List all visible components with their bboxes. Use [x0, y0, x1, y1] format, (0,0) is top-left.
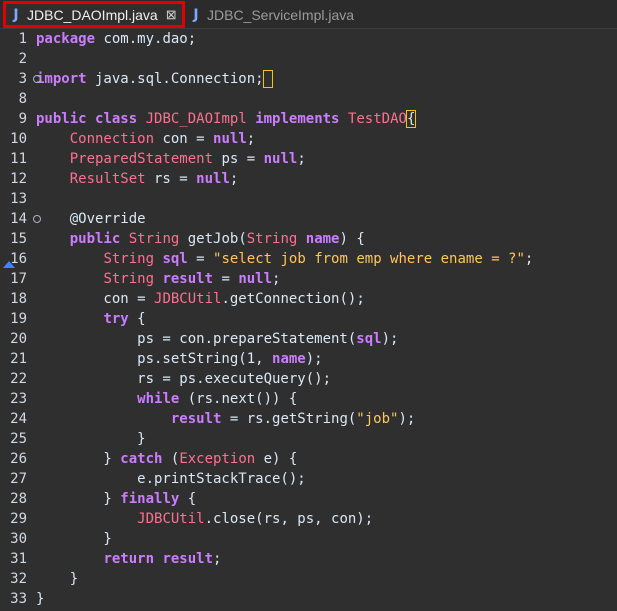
line-number: 14: [10, 211, 27, 227]
fold-icon[interactable]: [33, 215, 41, 223]
line-number: 1: [18, 31, 27, 47]
code-text: return result;: [103, 551, 222, 567]
code-line: 26 } catch (Exception e) {: [0, 449, 617, 469]
code-line: 16 String sql = "select job from emp whe…: [0, 249, 617, 269]
code-line: 27 e.printStackTrace();: [0, 469, 617, 489]
code-line: 19 try {: [0, 309, 617, 329]
fold-icon[interactable]: [33, 75, 41, 83]
java-file-icon: J: [13, 6, 19, 23]
code-area[interactable]: 1 package com.my.dao; 2 3 import java.sq…: [0, 29, 617, 611]
code-text: String sql = "select job from emp where …: [103, 251, 534, 267]
line-number: 25: [10, 431, 27, 447]
code-text: } catch (Exception e) {: [36, 451, 298, 467]
code-line: 10 Connection con = null;: [0, 129, 617, 149]
code-line: 29 JDBCUtil.close(rs, ps, con);: [0, 509, 617, 529]
line-number: 2: [18, 51, 27, 67]
code-line: 2: [0, 49, 617, 69]
code-text: PreparedStatement ps = null;: [69, 151, 306, 167]
code-text: public String getJob(String name) {: [69, 231, 365, 247]
line-number: 10: [10, 131, 27, 147]
code-text: ps.setString(1, name);: [36, 351, 323, 367]
code-text: try {: [103, 311, 146, 327]
code-line: 11 PreparedStatement ps = null;: [0, 149, 617, 169]
line-number: 3: [18, 71, 27, 87]
code-text: import java.sql.Connection;: [36, 69, 274, 89]
code-text: con = JDBCUtil.getConnection();: [36, 291, 365, 307]
code-line: 3 import java.sql.Connection;: [0, 69, 617, 89]
line-number: 20: [10, 331, 27, 347]
code-text: rs = ps.executeQuery();: [36, 371, 332, 387]
code-line: 30 }: [0, 529, 617, 549]
line-number: 24: [10, 411, 27, 427]
line-number: 23: [10, 391, 27, 407]
code-line: 14 @Override: [0, 209, 617, 229]
code-line: 24 result = rs.getString("job");: [0, 409, 617, 429]
code-line: 22 rs = ps.executeQuery();: [0, 369, 617, 389]
tab-jdbc-serviceimpl[interactable]: J JDBC_ServiceImpl.java: [186, 1, 361, 28]
close-icon[interactable]: ⊠: [166, 8, 177, 21]
code-line: 18 con = JDBCUtil.getConnection();: [0, 289, 617, 309]
code-text: } finally {: [36, 491, 197, 507]
code-text: JDBCUtil.close(rs, ps, con);: [137, 511, 374, 527]
code-line: 28 } finally {: [0, 489, 617, 509]
code-text: }: [36, 591, 45, 607]
line-number: 8: [18, 91, 27, 107]
code-text: }: [36, 431, 146, 447]
line-number: 30: [10, 531, 27, 547]
code-line: 12 ResultSet rs = null;: [0, 169, 617, 189]
code-line: 20 ps = con.prepareStatement(sql);: [0, 329, 617, 349]
code-text: e.printStackTrace();: [36, 471, 306, 487]
code-line: 31 return result;: [0, 549, 617, 569]
code-text: while (rs.next()) {: [137, 391, 298, 407]
code-line: 15 public String getJob(String name) {: [0, 229, 617, 249]
tab-jdbc-daoimpl[interactable]: J JDBC_DAOImpl.java ⊠: [3, 1, 185, 28]
code-text: ResultSet rs = null;: [69, 171, 239, 187]
code-line: 1 package com.my.dao;: [0, 29, 617, 49]
code-line: 23 while (rs.next()) {: [0, 389, 617, 409]
code-line: 25 }: [0, 429, 617, 449]
code-text: String result = null;: [103, 271, 281, 287]
code-text: }: [36, 531, 112, 547]
line-number: 27: [10, 471, 27, 487]
line-number: 29: [10, 511, 27, 527]
java-file-icon: J: [193, 6, 199, 23]
tab-label: JDBC_ServiceImpl.java: [207, 6, 355, 23]
code-text: Connection con = null;: [69, 131, 256, 147]
line-number: 17: [10, 271, 27, 287]
line-number: 26: [10, 451, 27, 467]
code-text: result = rs.getString("job");: [170, 411, 416, 427]
line-number: 11: [10, 151, 27, 167]
line-number: 33: [10, 591, 27, 607]
code-line: 9 public class JDBC_DAOImpl implements T…: [0, 109, 617, 129]
code-text: package com.my.dao;: [36, 31, 197, 47]
code-text: @Override: [36, 211, 146, 227]
code-line: 21 ps.setString(1, name);: [0, 349, 617, 369]
code-line: 32 }: [0, 569, 617, 589]
code-line: 17 String result = null;: [0, 269, 617, 289]
line-number: 16: [10, 251, 27, 267]
tab-label: JDBC_DAOImpl.java: [27, 6, 158, 23]
line-number: 21: [10, 351, 27, 367]
line-number: 12: [10, 171, 27, 187]
code-editor-window: J JDBC_DAOImpl.java ⊠ J JDBC_ServiceImpl…: [0, 0, 617, 611]
code-text: ps = con.prepareStatement(sql);: [36, 331, 399, 347]
line-number: 19: [10, 311, 27, 327]
code-line: 13: [0, 189, 617, 209]
line-number: 22: [10, 371, 27, 387]
editor-tab-bar: J JDBC_DAOImpl.java ⊠ J JDBC_ServiceImpl…: [0, 0, 617, 29]
code-line: 33 }: [0, 589, 617, 609]
code-line: 8: [0, 89, 617, 109]
line-number: 18: [10, 291, 27, 307]
line-number: 32: [10, 571, 27, 587]
line-number: 13: [10, 191, 27, 207]
line-number: 15: [10, 231, 27, 247]
code-text: public class JDBC_DAOImpl implements Tes…: [36, 110, 417, 128]
line-number: 9: [18, 111, 27, 127]
line-number: 31: [10, 551, 27, 567]
code-text: }: [36, 571, 79, 587]
line-number: 28: [10, 491, 27, 507]
